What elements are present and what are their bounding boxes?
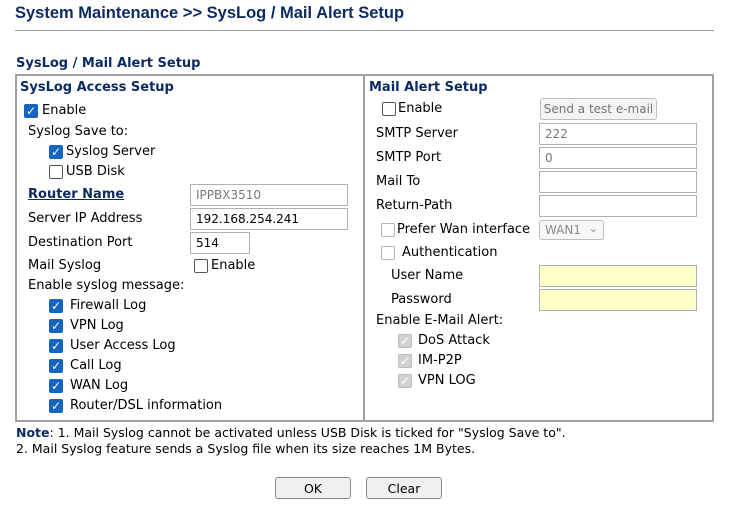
router-dsl-info-checkbox[interactable] xyxy=(49,399,63,413)
return-path-label: Return-Path xyxy=(376,198,453,213)
im-p2p-checkbox[interactable] xyxy=(398,354,412,368)
user-access-log-checkbox[interactable] xyxy=(49,339,63,353)
mail-panel-title: Mail Alert Setup xyxy=(369,80,488,95)
mail-syslog-enable-label: Enable xyxy=(211,258,256,273)
wan-log-checkbox[interactable] xyxy=(49,379,63,393)
dest-port-field[interactable]: 514 xyxy=(190,232,250,254)
router-name-link[interactable]: Router Name xyxy=(28,187,124,202)
username-field[interactable] xyxy=(539,265,697,287)
prefer-wan-checkbox[interactable] xyxy=(381,223,395,237)
vpn-log-label: VPN Log xyxy=(70,318,124,333)
smtp-port-field[interactable]: 0 xyxy=(539,147,697,169)
authentication-checkbox[interactable] xyxy=(381,246,395,260)
wan-log-label: WAN Log xyxy=(70,378,129,393)
firewall-log-label: Firewall Log xyxy=(70,298,147,313)
usb-disk-label: USB Disk xyxy=(66,164,125,179)
note-text-1: : 1. Mail Syslog cannot be activated unl… xyxy=(49,425,566,440)
syslog-panel-title: SysLog Access Setup xyxy=(20,80,174,95)
note-line-1: Note: 1. Mail Syslog cannot be activated… xyxy=(16,425,566,440)
user-access-log-label: User Access Log xyxy=(70,338,176,353)
clear-button[interactable]: Clear xyxy=(366,477,442,499)
mail-to-field[interactable] xyxy=(539,171,697,193)
authentication-label: Authentication xyxy=(402,245,498,260)
syslog-server-checkbox[interactable] xyxy=(49,145,63,159)
vpn-log-alert-label: VPN LOG xyxy=(418,373,476,388)
prefer-wan-value: WAN1 xyxy=(545,223,582,237)
smtp-server-field[interactable]: 222 xyxy=(539,123,697,145)
prefer-wan-select[interactable]: WAN1 ⌄ xyxy=(539,220,604,240)
syslog-server-label: Syslog Server xyxy=(66,144,156,159)
mail-enable-checkbox[interactable] xyxy=(382,102,396,116)
vpn-log-alert-checkbox[interactable] xyxy=(398,374,412,388)
router-name-field[interactable]: IPPBX3510 xyxy=(190,184,348,206)
im-p2p-label: IM-P2P xyxy=(418,353,462,368)
syslog-save-to-label: Syslog Save to: xyxy=(28,124,129,139)
call-log-checkbox[interactable] xyxy=(49,359,63,373)
mail-syslog-label: Mail Syslog xyxy=(28,258,102,273)
title-divider xyxy=(15,30,714,31)
syslog-enable-label: Enable xyxy=(42,103,87,118)
panel-divider xyxy=(363,76,365,420)
username-label: User Name xyxy=(391,268,464,283)
note-prefix: Note xyxy=(16,425,50,440)
smtp-port-label: SMTP Port xyxy=(376,150,442,165)
dos-attack-label: DoS Attack xyxy=(418,333,490,348)
mail-syslog-checkbox[interactable] xyxy=(194,259,208,273)
password-label: Password xyxy=(391,292,452,307)
call-log-label: Call Log xyxy=(70,358,122,373)
password-field[interactable] xyxy=(539,289,697,311)
chevron-down-icon: ⌄ xyxy=(588,222,598,235)
dos-attack-checkbox[interactable] xyxy=(398,334,412,348)
return-path-field[interactable] xyxy=(539,195,697,217)
send-test-email-button[interactable]: Send a test e-mail xyxy=(540,98,657,120)
vpn-log-checkbox[interactable] xyxy=(49,319,63,333)
router-dsl-info-label: Router/DSL information xyxy=(70,398,223,413)
smtp-server-label: SMTP Server xyxy=(376,126,459,141)
mail-enable-label: Enable xyxy=(398,101,443,116)
page-title: System Maintenance >> SysLog / Mail Aler… xyxy=(15,4,405,22)
mail-to-label: Mail To xyxy=(376,174,421,189)
ok-button[interactable]: OK xyxy=(275,477,351,499)
email-alert-label: Enable E-Mail Alert: xyxy=(376,313,504,328)
server-ip-label: Server IP Address xyxy=(28,211,143,226)
prefer-wan-label: Prefer Wan interface xyxy=(397,222,531,237)
note-line-2: 2. Mail Syslog feature sends a Syslog fi… xyxy=(16,441,476,456)
syslog-enable-checkbox[interactable] xyxy=(24,104,38,118)
dest-port-label: Destination Port xyxy=(28,235,133,250)
section-title: SysLog / Mail Alert Setup xyxy=(16,56,201,71)
usb-disk-checkbox[interactable] xyxy=(49,165,63,179)
syslog-messages-label: Enable syslog message: xyxy=(28,278,185,293)
server-ip-field[interactable]: 192.168.254.241 xyxy=(190,208,348,230)
firewall-log-checkbox[interactable] xyxy=(49,299,63,313)
